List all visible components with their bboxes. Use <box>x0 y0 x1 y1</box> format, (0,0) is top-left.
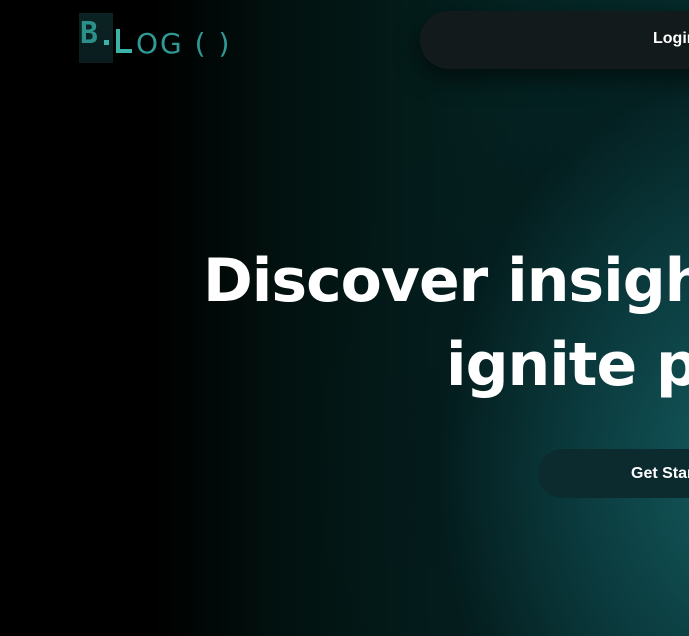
logo-text: OG ( ) <box>136 27 232 60</box>
hero-heading-line-1: Discover insights <box>203 246 689 316</box>
logo-mark-letter: B <box>80 16 99 51</box>
blog-logo-icon: B <box>79 13 113 63</box>
get-started-label: Get Star <box>631 465 689 482</box>
logo-dot <box>104 40 109 45</box>
logo-l-glyph <box>116 29 132 53</box>
landing-page: B OG ( ) Login Discover insights ignite … <box>0 0 689 636</box>
get-started-button[interactable]: Get Star <box>538 449 689 498</box>
site-logo[interactable]: B <box>79 13 113 63</box>
login-link[interactable]: Login <box>653 29 689 49</box>
hero-heading-line-2: ignite po <box>446 330 689 400</box>
top-navbar: Login <box>420 11 689 69</box>
